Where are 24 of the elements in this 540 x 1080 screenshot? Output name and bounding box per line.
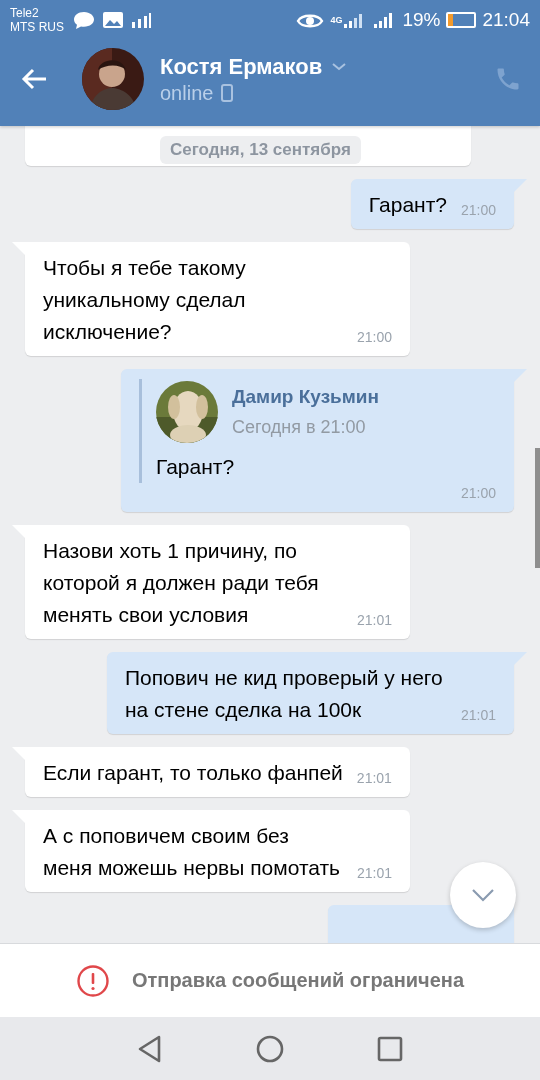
message-time: 21:00 [460, 484, 496, 503]
carrier-name: MTS RUS [10, 20, 64, 34]
forward-author[interactable]: Дамир Кузьмин [232, 382, 379, 412]
message-text: А с поповичем своим без меня можешь нервы помотать [43, 823, 342, 881]
notice-text: Отправка сообщений ограничена [131, 969, 465, 992]
message-text: Попович не кид проверый у него на стене сделка на 100к [124, 665, 444, 723]
message-text: Гарант? [156, 454, 235, 480]
message-time: 21:01 [357, 611, 393, 630]
message-time: 21:00 [357, 328, 393, 347]
clock: 21:04 [482, 9, 530, 31]
message-text: Назови хоть 1 причину, по которой я должен ради тебя менять свои условия [43, 538, 320, 628]
message-time: 21:00 [460, 201, 496, 220]
online-status: online [160, 81, 214, 105]
message-time: 21:01 [460, 706, 496, 725]
network-label: 4G [330, 15, 343, 25]
message-text: Если гарант, то только фанпей [43, 760, 343, 786]
message-text: Гарант? [368, 192, 447, 218]
contact-name[interactable]: Костя Ермаков [160, 53, 323, 80]
forward-date: Сегодня в 21:00 [232, 416, 367, 439]
message-time: 21:01 [356, 769, 392, 788]
battery-percent: 19% [402, 9, 441, 31]
message-text: Чтобы я тебе такому уникальному сделал исключение? [43, 255, 247, 345]
message-time: 21:01 [357, 864, 393, 883]
carrier-name: Tele2 [10, 6, 40, 20]
